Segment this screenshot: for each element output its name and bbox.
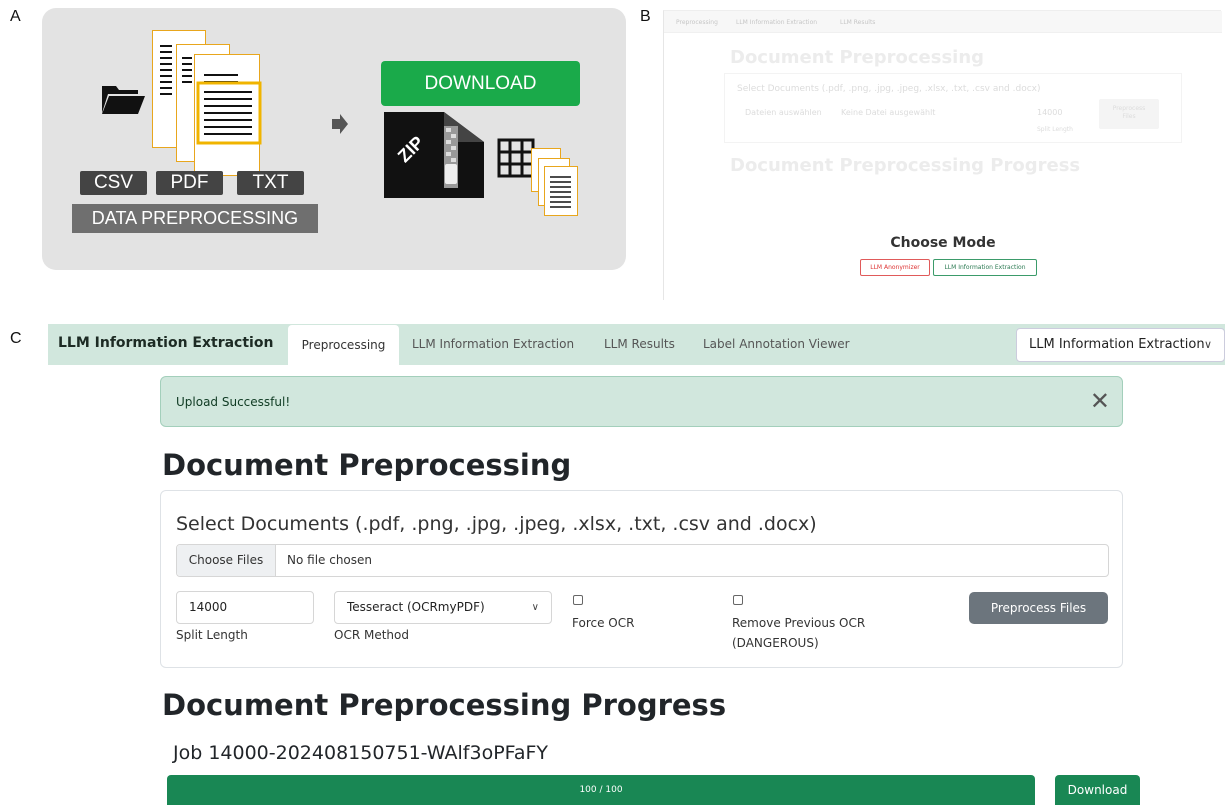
faded-navbar: Preprocessing LLM Information Extraction… — [664, 11, 1222, 33]
choose-files-button[interactable]: Choose Files — [177, 545, 276, 576]
preprocessing-overview-illustration: CSV PDF TXT DATA PREPROCESSING DOWNLOAD … — [42, 8, 626, 270]
progress-title: Document Preprocessing Progress — [162, 688, 727, 722]
panel-label-b: B — [640, 8, 651, 25]
job-progress-bar: 100 / 100 — [167, 775, 1035, 805]
force-ocr-checkbox[interactable] — [573, 595, 583, 605]
faded-split-value: 14000 — [1037, 108, 1063, 117]
llm-anonymizer-button[interactable]: LLM Anonymizer — [860, 259, 930, 276]
upload-success-alert: Upload Successful! ✕ — [160, 376, 1123, 427]
arrow-right-icon — [332, 114, 348, 134]
alert-message: Upload Successful! — [176, 395, 291, 409]
ocr-method-select[interactable]: Tesseract (OCRmyPDF) ∨ — [334, 591, 552, 624]
faded-preprocessing-screenshot: Preprocessing LLM Information Extraction… — [663, 10, 1222, 300]
txt-badge: TXT — [237, 171, 304, 195]
panel-label-c: C — [10, 330, 22, 347]
force-ocr-label: Force OCR — [572, 616, 635, 630]
file-status: No file chosen — [287, 553, 373, 567]
progress-text: 100 / 100 — [579, 785, 623, 795]
split-length-input[interactable]: 14000 — [176, 591, 314, 624]
zip-file-icon: ZIP — [384, 112, 484, 198]
faded-select-label: Select Documents (.pdf, .png, .jpg, .jpe… — [737, 84, 1041, 94]
data-preprocessing-label: DATA PREPROCESSING — [72, 204, 318, 233]
mode-select[interactable]: LLM Information Extraction ∨ — [1016, 328, 1225, 362]
remove-previous-ocr-checkbox[interactable] — [733, 595, 743, 605]
table-icon — [497, 138, 535, 178]
page-title: Document Preprocessing — [162, 448, 572, 482]
remove-previous-ocr-label: Remove Previous OCR — [732, 616, 866, 630]
choose-mode-heading: Choose Mode — [890, 235, 996, 251]
select-documents-label: Select Documents (.pdf, .png, .jpg, .jpe… — [176, 513, 817, 535]
download-button[interactable]: Download — [1055, 775, 1140, 805]
job-title: Job 14000-202408150751-WAlf3oPFaFY — [173, 742, 549, 764]
split-length-label: Split Length — [176, 628, 248, 642]
csv-badge: CSV — [80, 171, 147, 195]
ocr-method-label: OCR Method — [334, 628, 409, 642]
faded-preprocess-button: Preprocess Files — [1099, 99, 1159, 129]
llm-information-extraction-button[interactable]: LLM Information Extraction — [933, 259, 1037, 276]
top-navbar: LLM Information Extraction Preprocessing… — [48, 324, 1225, 365]
pdf-badge: PDF — [156, 171, 223, 195]
download-badge: DOWNLOAD — [381, 61, 580, 106]
preprocess-files-button[interactable]: Preprocess Files — [969, 592, 1108, 624]
faded-tab-preprocessing: Preprocessing — [676, 19, 718, 26]
folder-icon — [102, 86, 145, 114]
navbar-brand[interactable]: LLM Information Extraction — [58, 335, 273, 351]
faded-page-title: Document Preprocessing — [730, 47, 985, 68]
chevron-down-icon: ∨ — [531, 602, 539, 613]
file-input[interactable]: Choose Files No file chosen — [176, 544, 1109, 577]
upload-form-card: Select Documents (.pdf, .png, .jpg, .jpe… — [160, 490, 1123, 668]
panel-label-a: A — [10, 8, 21, 25]
ocr-method-value: Tesseract (OCRmyPDF) — [347, 600, 485, 614]
remove-previous-ocr-warning: (DANGEROUS) — [732, 636, 819, 650]
faded-tab-extraction: LLM Information Extraction — [736, 19, 818, 26]
close-icon[interactable]: ✕ — [1090, 387, 1110, 415]
faded-file-status: Keine Datei ausgewählt — [841, 108, 936, 117]
chevron-down-icon: ∨ — [1203, 338, 1212, 351]
mode-select-value: LLM Information Extraction — [1029, 337, 1205, 352]
tab-preprocessing[interactable]: Preprocessing — [288, 325, 399, 365]
faded-split-label: Split Length — [1037, 126, 1073, 133]
faded-form-card: Select Documents (.pdf, .png, .jpg, .jpe… — [724, 73, 1182, 143]
tab-llm-results[interactable]: LLM Results — [604, 337, 675, 351]
tab-label-annotation-viewer[interactable]: Label Annotation Viewer — [703, 337, 850, 351]
tab-llm-information-extraction[interactable]: LLM Information Extraction — [412, 337, 574, 351]
faded-tab-results: LLM Results — [840, 19, 876, 26]
faded-progress-title: Document Preprocessing Progress — [730, 155, 1081, 176]
faded-file-button: Dateien auswählen — [745, 108, 822, 117]
